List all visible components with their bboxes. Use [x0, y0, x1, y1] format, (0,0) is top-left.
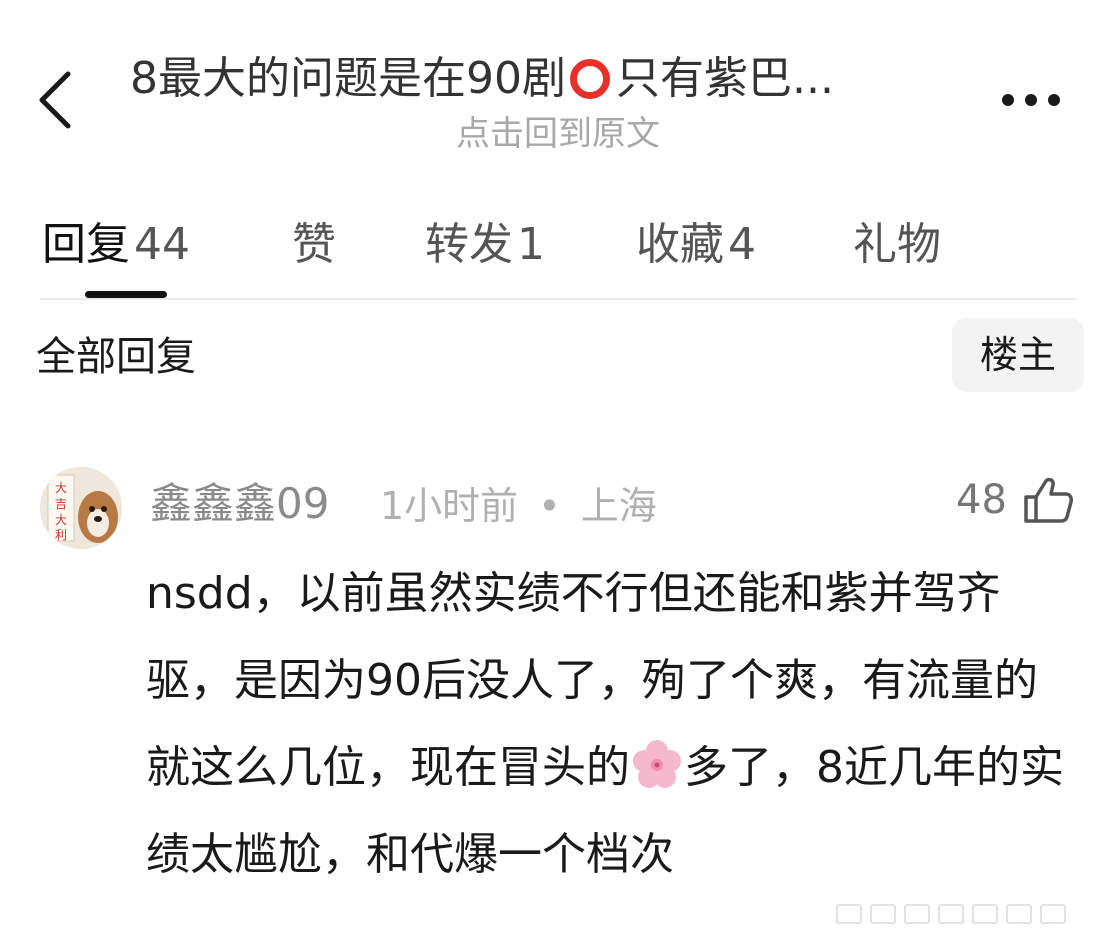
comment-time: 1小时前	[380, 484, 519, 528]
tab-replies[interactable]: 回复44	[42, 215, 190, 275]
watermark-glyph	[1006, 904, 1032, 924]
avatar-image: 大 吉 大 利	[40, 467, 122, 549]
tab-reposts[interactable]: 转发1	[425, 215, 545, 275]
watermark	[836, 904, 1106, 932]
tab-count: 4	[728, 219, 756, 270]
comment-location: 上海	[580, 484, 657, 528]
more-dot	[1002, 94, 1014, 106]
comment-meta: 1小时前 • 上海	[380, 477, 657, 535]
tab-count: 44	[134, 219, 190, 270]
op-only-filter-button[interactable]: 楼主	[952, 318, 1084, 392]
post-title-part2: 只有紫巴...	[615, 53, 834, 104]
tab-label: 赞	[292, 219, 336, 270]
avatar-sign-char: 利	[55, 528, 67, 542]
tab-label: 转发	[425, 219, 513, 270]
cherry-blossom-emoji	[633, 740, 681, 788]
tab-divider	[40, 298, 1076, 300]
post-title[interactable]: 8最大的问题是在90剧 只有紫巴...	[130, 50, 960, 108]
watermark-glyph	[870, 904, 896, 924]
top-bar: 8最大的问题是在90剧 只有紫巴... 点击回到原文	[0, 0, 1116, 170]
watermark-glyph	[904, 904, 930, 924]
more-button[interactable]	[996, 80, 1066, 120]
watermark-glyph	[836, 904, 862, 924]
comment-text: nsdd，以前虽然实绩不行但还能和紫并驾齐驱，是因为90后没人了，殉了个爽，有流…	[146, 550, 1076, 898]
meta-separator: •	[538, 484, 561, 528]
thumbs-up-icon	[1024, 477, 1073, 523]
like-count: 48	[956, 477, 1007, 523]
tab-count: 1	[517, 219, 545, 270]
like-button[interactable]	[1022, 475, 1074, 525]
avatar-sign-char: 大	[55, 481, 67, 495]
tab-bar: 回复44 赞 转发1 收藏4 礼物	[0, 205, 1116, 300]
active-tab-indicator	[85, 291, 167, 298]
all-replies-label: 全部回复	[36, 334, 196, 380]
more-dot	[1048, 94, 1060, 106]
tab-gifts[interactable]: 礼物	[853, 215, 941, 275]
watermark-glyph	[972, 904, 998, 924]
comment-username[interactable]: 鑫鑫鑫09	[150, 475, 329, 533]
watermark-glyph	[1040, 904, 1066, 924]
tab-likes[interactable]: 赞	[292, 215, 336, 275]
tab-favorites[interactable]: 收藏4	[636, 215, 756, 275]
tab-label: 礼物	[853, 219, 941, 270]
post-title-part1: 8最大的问题是在90剧	[130, 53, 566, 104]
red-circle-emoji	[569, 59, 610, 99]
more-dot	[1025, 94, 1037, 106]
avatar-sign-char: 吉	[55, 497, 67, 511]
avatar-sign-char: 大	[55, 513, 67, 527]
back-to-original-link[interactable]: 点击回到原文	[0, 112, 1116, 156]
avatar[interactable]: 大 吉 大 利	[40, 467, 122, 549]
tab-label: 收藏	[636, 219, 724, 270]
watermark-glyph	[938, 904, 964, 924]
tab-label: 回复	[42, 219, 130, 270]
